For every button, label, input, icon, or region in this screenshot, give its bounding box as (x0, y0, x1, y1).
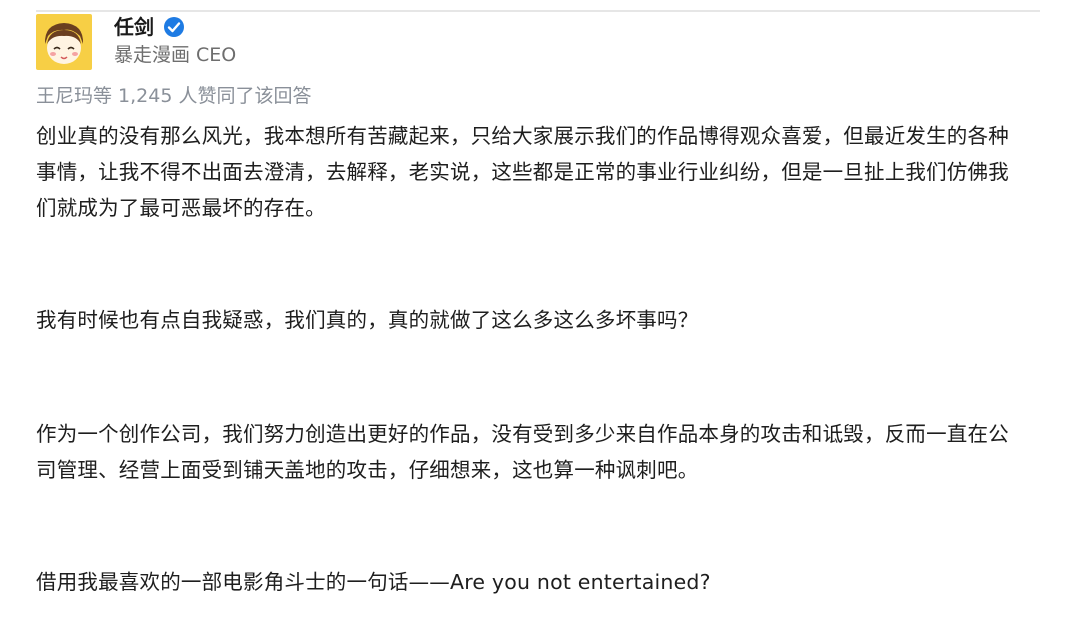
vote-count[interactable]: 王尼玛等 1,245 人赞同了该回答 (36, 83, 311, 109)
answer-paragraph: 我有时候也有点自我疑惑，我们真的，真的就做了这么多这么多坏事吗？ (36, 308, 699, 332)
author-name[interactable]: 任剑 (114, 15, 154, 39)
answer-card: 任剑 暴走漫画 CEO 王尼玛等 1,245 人赞同了该回答 创业真的没有那么风… (0, 0, 1080, 624)
divider (36, 10, 1040, 12)
avatar[interactable] (36, 14, 92, 70)
author-title: 暴走漫画 CEO (114, 44, 237, 66)
cartoon-avatar-icon (36, 14, 92, 70)
author-name-row: 任剑 (114, 14, 185, 40)
verified-badge-icon (163, 16, 185, 38)
answer-paragraph: 借用我最喜欢的一部电影角斗士的一句话——Are you not entertai… (36, 570, 711, 594)
answer-paragraph: 创业真的没有那么风光，我本想所有苦藏起来，只给大家展示我们的作品博得观众喜爱，但… (36, 124, 1009, 220)
answer-paragraph: 作为一个创作公司，我们努力创造出更好的作品，没有受到多少来自作品本身的攻击和诋毁… (36, 422, 1009, 482)
